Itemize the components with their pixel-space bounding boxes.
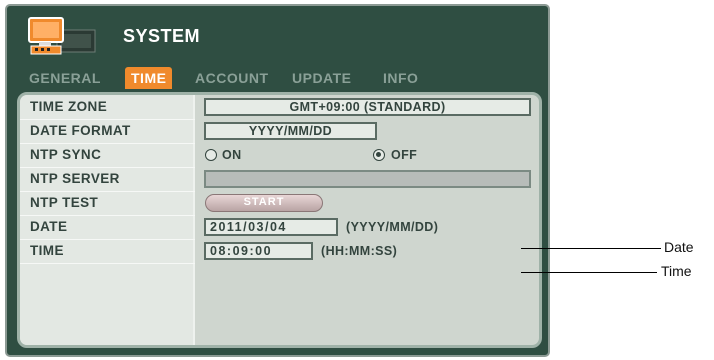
ntp-sync-on-label: ON — [222, 148, 242, 162]
ntp-start-button[interactable]: START — [205, 194, 323, 212]
row-divider — [20, 263, 195, 264]
date-label: DATE — [30, 219, 68, 234]
time-label: TIME — [30, 243, 64, 258]
tab-time[interactable]: TIME — [125, 67, 173, 89]
ntp-sync-off-label: OFF — [391, 148, 418, 162]
title-bar: SYSTEM — [7, 6, 548, 64]
time-settings-panel: TIME ZONE GMT+09:00 (STANDARD) DATE FORM… — [17, 92, 542, 348]
time-zone-select[interactable]: GMT+09:00 (STANDARD) — [204, 98, 531, 116]
date-callout: Date — [664, 239, 694, 255]
time-input[interactable]: 08:09:00 — [204, 242, 313, 260]
row-time-zone: TIME ZONE GMT+09:00 (STANDARD) — [20, 95, 539, 119]
ntp-server-input[interactable] — [204, 170, 531, 188]
row-time: TIME 08:09:00 (HH:MM:SS) — [20, 239, 539, 263]
tab-info[interactable]: INFO — [383, 70, 418, 86]
ntp-sync-off-radio[interactable] — [373, 149, 385, 161]
row-ntp-sync: NTP SYNC ON OFF — [20, 143, 539, 167]
system-setup-icon — [28, 17, 96, 55]
tab-general[interactable]: GENERAL — [29, 70, 101, 86]
ntp-test-label: NTP TEST — [30, 195, 99, 210]
date-format-hint: (YYYY/MM/DD) — [346, 220, 439, 234]
row-ntp-test: NTP TEST START — [20, 191, 539, 215]
tab-account[interactable]: ACCOUNT — [195, 70, 269, 86]
ntp-server-label: NTP SERVER — [30, 171, 120, 186]
time-callout-line — [521, 272, 657, 273]
time-format-hint: (HH:MM:SS) — [321, 244, 398, 258]
tab-update[interactable]: UPDATE — [292, 70, 352, 86]
row-date-format: DATE FORMAT YYYY/MM/DD — [20, 119, 539, 143]
tab-bar: GENERAL TIME ACCOUNT UPDATE INFO — [7, 67, 548, 94]
row-date: DATE 2011/03/04 (YYYY/MM/DD) — [20, 215, 539, 239]
ntp-sync-on-radio[interactable] — [205, 149, 217, 161]
time-zone-label: TIME ZONE — [30, 99, 108, 114]
system-window: SYSTEM GENERAL TIME ACCOUNT UPDATE INFO … — [5, 4, 550, 357]
date-callout-line — [521, 248, 661, 249]
time-callout: Time — [661, 263, 692, 279]
window-title: SYSTEM — [123, 26, 201, 46]
date-input[interactable]: 2011/03/04 — [204, 218, 338, 236]
row-ntp-server: NTP SERVER — [20, 167, 539, 191]
ntp-sync-label: NTP SYNC — [30, 147, 102, 162]
date-format-select[interactable]: YYYY/MM/DD — [204, 122, 377, 140]
date-format-label: DATE FORMAT — [30, 123, 131, 138]
